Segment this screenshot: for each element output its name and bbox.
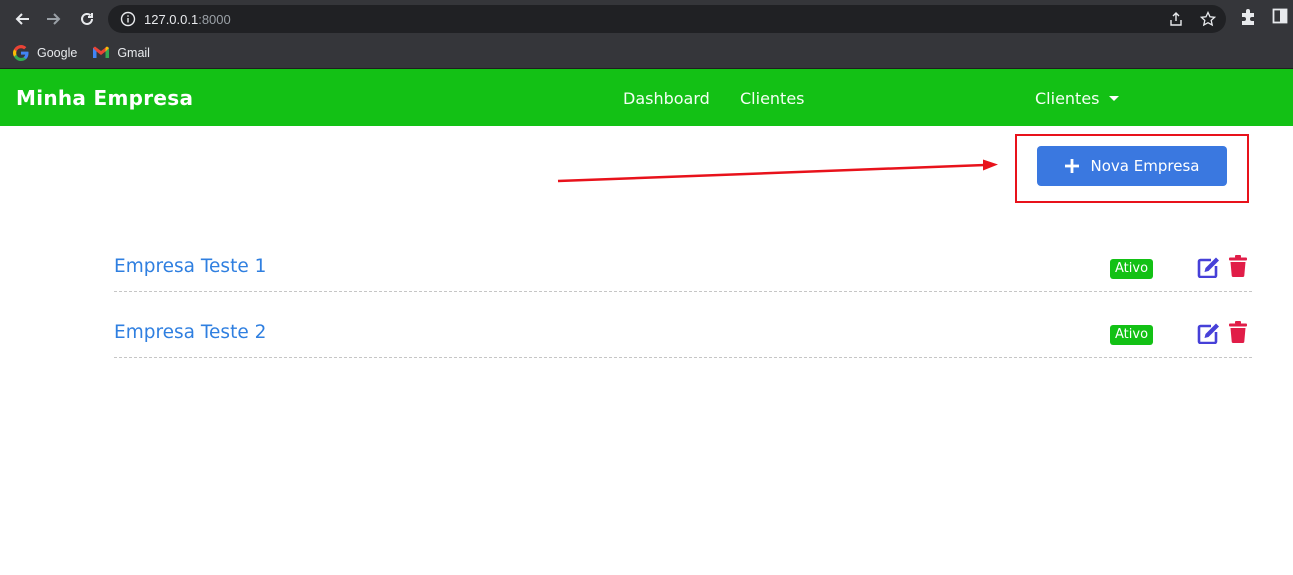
- company-name-link[interactable]: Empresa Teste 1: [114, 256, 266, 277]
- company-row: Empresa Teste 1 Ativo: [114, 244, 1252, 292]
- trash-icon[interactable]: [1229, 321, 1247, 343]
- new-company-button[interactable]: Nova Empresa: [1037, 146, 1227, 186]
- edit-icon[interactable]: [1197, 256, 1221, 278]
- plus-icon: [1064, 159, 1079, 173]
- status-badge: Ativo: [1110, 325, 1154, 345]
- trash-icon[interactable]: [1229, 255, 1247, 277]
- company-name-link[interactable]: Empresa Teste 2: [114, 322, 266, 343]
- status-badge: Ativo: [1110, 259, 1154, 279]
- company-row: Empresa Teste 2 Ativo: [114, 310, 1252, 358]
- new-company-label: Nova Empresa: [1090, 157, 1200, 175]
- edit-icon[interactable]: [1197, 322, 1221, 344]
